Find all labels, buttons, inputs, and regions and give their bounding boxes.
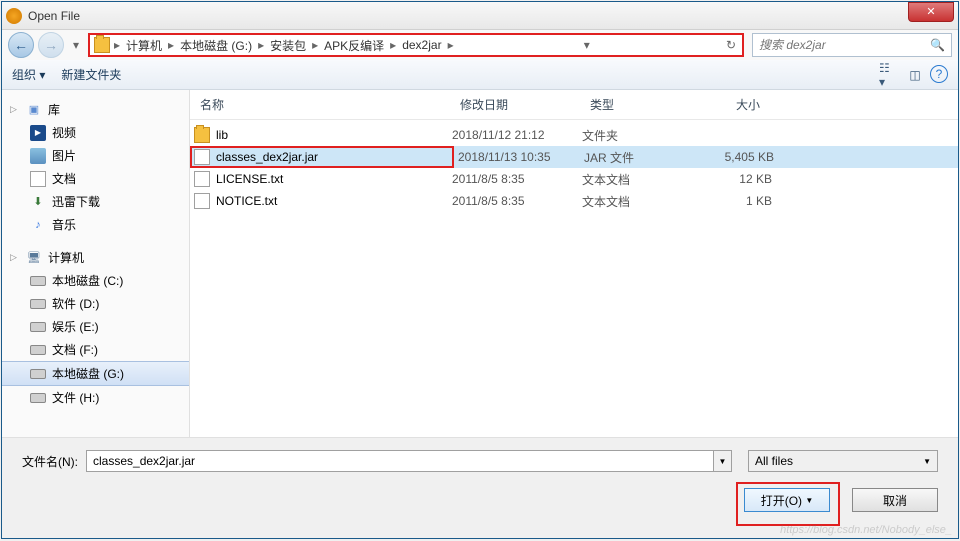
disk-icon <box>30 322 46 332</box>
file-row-folder[interactable]: lib 2018/11/12 21:12 文件夹 <box>190 124 958 146</box>
sidebar-item-disk-h[interactable]: 文件 (H:) <box>2 386 189 409</box>
sidebar-item-music[interactable]: ♪音乐 <box>2 213 189 236</box>
column-type[interactable]: 类型 <box>580 96 690 113</box>
open-file-dialog: Open File ✕ ← → ▾ ▸ 计算机 ▸ 本地磁盘 (G:) ▸ 安装… <box>1 1 959 539</box>
app-icon <box>6 8 22 24</box>
cancel-button[interactable]: 取消 <box>852 488 938 512</box>
sidebar-item-documents[interactable]: 文档 <box>2 167 189 190</box>
sidebar-item-disk-f[interactable]: 文档 (F:) <box>2 338 189 361</box>
file-row-notice[interactable]: NOTICE.txt 2011/8/5 8:35 文本文档 1 KB <box>190 190 958 212</box>
sidebar-item-downloads[interactable]: ⬇迅雷下载 <box>2 190 189 213</box>
sidebar-library-header[interactable]: ▷ ▣ 库 <box>2 98 189 121</box>
content-area: ▷ ▣ 库 ▶视频 图片 文档 ⬇迅雷下载 ♪音乐 ▷ 🖥 计算机 本地磁盘 (… <box>2 90 958 437</box>
breadcrumb-item[interactable]: 本地磁盘 (G:) <box>174 37 258 54</box>
file-icon <box>194 171 210 187</box>
search-icon[interactable]: 🔍 <box>930 38 945 52</box>
column-date[interactable]: 修改日期 <box>450 96 580 113</box>
download-icon: ⬇ <box>30 194 46 210</box>
file-list: lib 2018/11/12 21:12 文件夹 classes_dex2jar… <box>190 120 958 437</box>
disk-icon <box>30 345 46 355</box>
folder-icon <box>194 127 210 143</box>
file-row-license[interactable]: LICENSE.txt 2011/8/5 8:35 文本文档 12 KB <box>190 168 958 190</box>
sidebar-item-video[interactable]: ▶视频 <box>2 121 189 144</box>
file-filter-dropdown[interactable]: All files ▼ <box>748 450 938 472</box>
refresh-icon[interactable]: ↻ <box>720 38 742 52</box>
disk-icon <box>30 276 46 286</box>
nav-bar: ← → ▾ ▸ 计算机 ▸ 本地磁盘 (G:) ▸ 安装包 ▸ APK反编译 ▸… <box>2 30 958 60</box>
disk-icon <box>30 393 46 403</box>
breadcrumb-item[interactable]: 计算机 <box>120 37 168 54</box>
computer-icon: 🖥 <box>26 250 42 266</box>
sidebar-item-pictures[interactable]: 图片 <box>2 144 189 167</box>
expand-icon: ▷ <box>10 252 20 263</box>
sidebar-item-disk-d[interactable]: 软件 (D:) <box>2 292 189 315</box>
filename-label: 文件名(N): <box>22 453 78 470</box>
open-button[interactable]: 打开(O) ▼ <box>744 488 830 512</box>
organize-menu[interactable]: 组织 ▾ <box>12 66 45 83</box>
sidebar-item-disk-g[interactable]: 本地磁盘 (G:) <box>2 361 189 386</box>
sidebar-item-disk-c[interactable]: 本地磁盘 (C:) <box>2 269 189 292</box>
expand-icon: ▷ <box>10 104 20 115</box>
nav-history-dropdown[interactable]: ▾ <box>68 32 84 58</box>
disk-icon <box>30 369 46 379</box>
breadcrumb-item[interactable]: dex2jar <box>396 38 447 52</box>
titlebar: Open File ✕ <box>2 2 958 30</box>
split-dropdown-icon: ▼ <box>805 496 813 505</box>
help-icon[interactable]: ? <box>930 65 948 83</box>
sidebar-item-disk-e[interactable]: 娱乐 (E:) <box>2 315 189 338</box>
view-options-icon[interactable]: ☷ ▾ <box>878 65 900 85</box>
search-box[interactable]: 🔍 <box>752 33 952 57</box>
library-icon: ▣ <box>26 102 42 118</box>
breadcrumb-bar[interactable]: ▸ 计算机 ▸ 本地磁盘 (G:) ▸ 安装包 ▸ APK反编译 ▸ dex2j… <box>88 33 744 57</box>
new-folder-button[interactable]: 新建文件夹 <box>61 66 121 83</box>
nav-back-button[interactable]: ← <box>8 32 34 58</box>
nav-forward-button[interactable]: → <box>38 32 64 58</box>
pictures-icon <box>30 148 46 164</box>
file-icon <box>194 149 210 165</box>
sidebar-label: 计算机 <box>48 249 84 266</box>
breadcrumb-sep: ▸ <box>448 38 454 52</box>
column-name[interactable]: 名称 <box>190 96 450 113</box>
breadcrumb-item[interactable]: 安装包 <box>264 37 312 54</box>
file-list-header: 名称 修改日期 类型 大小 <box>190 90 958 120</box>
filename-input[interactable] <box>86 450 714 472</box>
bottom-panel: 文件名(N): ▼ All files ▼ 打开(O) ▼ 取消 <box>2 437 958 538</box>
file-icon <box>194 193 210 209</box>
preview-pane-icon[interactable]: ◫ <box>904 65 926 85</box>
file-row-jar[interactable]: classes_dex2jar.jar 2018/11/13 10:35 JAR… <box>190 146 958 168</box>
music-icon: ♪ <box>30 217 46 233</box>
breadcrumb-item[interactable]: APK反编译 <box>318 37 390 54</box>
close-button[interactable]: ✕ <box>908 2 954 22</box>
video-icon: ▶ <box>30 125 46 141</box>
breadcrumb-dropdown[interactable]: ▾ <box>578 38 596 52</box>
sidebar-computer-header[interactable]: ▷ 🖥 计算机 <box>2 246 189 269</box>
file-pane: 名称 修改日期 类型 大小 lib 2018/11/12 21:12 文件夹 c… <box>190 90 958 437</box>
highlight-open-box: 打开(O) ▼ <box>736 482 840 526</box>
documents-icon <box>30 171 46 187</box>
filename-dropdown[interactable]: ▼ <box>714 450 732 472</box>
column-size[interactable]: 大小 <box>690 96 770 113</box>
sidebar: ▷ ▣ 库 ▶视频 图片 文档 ⬇迅雷下载 ♪音乐 ▷ 🖥 计算机 本地磁盘 (… <box>2 90 190 437</box>
search-input[interactable] <box>759 38 930 52</box>
sidebar-label: 库 <box>48 101 60 118</box>
chevron-down-icon: ▼ <box>923 457 931 466</box>
folder-icon <box>94 37 110 53</box>
disk-icon <box>30 299 46 309</box>
window-title: Open File <box>28 9 908 23</box>
highlight-box: classes_dex2jar.jar <box>190 146 454 168</box>
toolbar: 组织 ▾ 新建文件夹 ☷ ▾ ◫ ? <box>2 60 958 90</box>
